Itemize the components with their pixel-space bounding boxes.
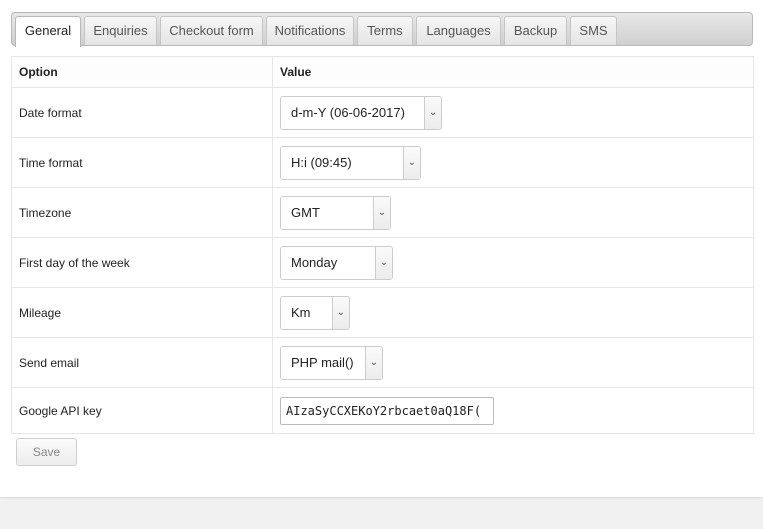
option-label: Mileage (11, 287, 273, 338)
tab-sms[interactable]: SMS (570, 16, 617, 45)
save-button[interactable]: Save (16, 438, 77, 466)
time-format-select[interactable]: H:i (09:45) ⌄ (280, 145, 421, 180)
column-header-value: Value (272, 56, 754, 88)
option-label: Send email (11, 337, 273, 388)
table-row: First day of the week Monday ⌄ (11, 237, 754, 288)
first-day-select[interactable]: Monday ⌄ (280, 245, 393, 280)
chevron-down-icon: ⌄ (332, 296, 349, 329)
select-value: PHP mail() (291, 354, 354, 370)
table-row: Date format d-m-Y (06-06-2017) ⌄ (11, 87, 754, 138)
table-row: Send email PHP mail() ⌄ (11, 337, 754, 388)
select-value: d-m-Y (06-06-2017) (291, 104, 405, 120)
option-value-cell: Monday ⌄ (272, 237, 754, 288)
table-row: Time format H:i (09:45) ⌄ (11, 137, 754, 188)
option-value-cell: H:i (09:45) ⌄ (272, 137, 754, 188)
option-label: Time format (11, 137, 273, 188)
option-label: First day of the week (11, 237, 273, 288)
mileage-select[interactable]: Km ⌄ (280, 295, 350, 330)
tab-general[interactable]: General (15, 16, 81, 47)
tab-notifications[interactable]: Notifications (266, 16, 354, 45)
option-value-cell: d-m-Y (06-06-2017) ⌄ (272, 87, 754, 138)
table-row: Timezone GMT ⌄ (11, 187, 754, 238)
options-table: Option Value Date format d-m-Y (06-06-20… (11, 56, 754, 434)
chevron-down-icon: ⌄ (365, 346, 382, 379)
select-value: Monday (291, 254, 338, 270)
option-value-cell: AIzaSyCCXEKoY2rbcaet0aQ18F( (272, 387, 754, 434)
option-value-cell: Km ⌄ (272, 287, 754, 338)
tab-languages[interactable]: Languages (416, 16, 501, 45)
option-value-cell: PHP mail() ⌄ (272, 337, 754, 388)
table-header-row: Option Value (11, 56, 754, 88)
send-email-select[interactable]: PHP mail() ⌄ (280, 345, 383, 380)
table-row: Mileage Km ⌄ (11, 287, 754, 338)
timezone-select[interactable]: GMT ⌄ (280, 195, 391, 230)
option-label: Date format (11, 87, 273, 138)
chevron-down-icon: ⌄ (375, 246, 392, 279)
chevron-down-icon: ⌄ (373, 196, 390, 229)
google-api-key-input[interactable]: AIzaSyCCXEKoY2rbcaet0aQ18F( (280, 396, 494, 425)
tab-backup[interactable]: Backup (504, 16, 567, 45)
option-label: Timezone (11, 187, 273, 238)
column-header-option: Option (11, 56, 273, 88)
table-row: Google API key AIzaSyCCXEKoY2rbcaet0aQ18… (11, 387, 754, 434)
chevron-down-icon: ⌄ (424, 96, 441, 129)
chevron-down-icon: ⌄ (403, 146, 420, 179)
settings-panel: General Enquiries Checkout form Notifica… (0, 0, 763, 497)
select-value: Km (291, 304, 311, 320)
tab-enquiries[interactable]: Enquiries (84, 16, 157, 45)
option-label: Google API key (11, 387, 273, 434)
select-value: H:i (09:45) (291, 154, 352, 170)
tab-bar: General Enquiries Checkout form Notifica… (11, 12, 753, 47)
date-format-select[interactable]: d-m-Y (06-06-2017) ⌄ (280, 95, 442, 130)
option-value-cell: GMT ⌄ (272, 187, 754, 238)
tab-terms[interactable]: Terms (357, 16, 413, 45)
select-value: GMT (291, 204, 320, 220)
tab-checkout-form[interactable]: Checkout form (160, 16, 263, 45)
